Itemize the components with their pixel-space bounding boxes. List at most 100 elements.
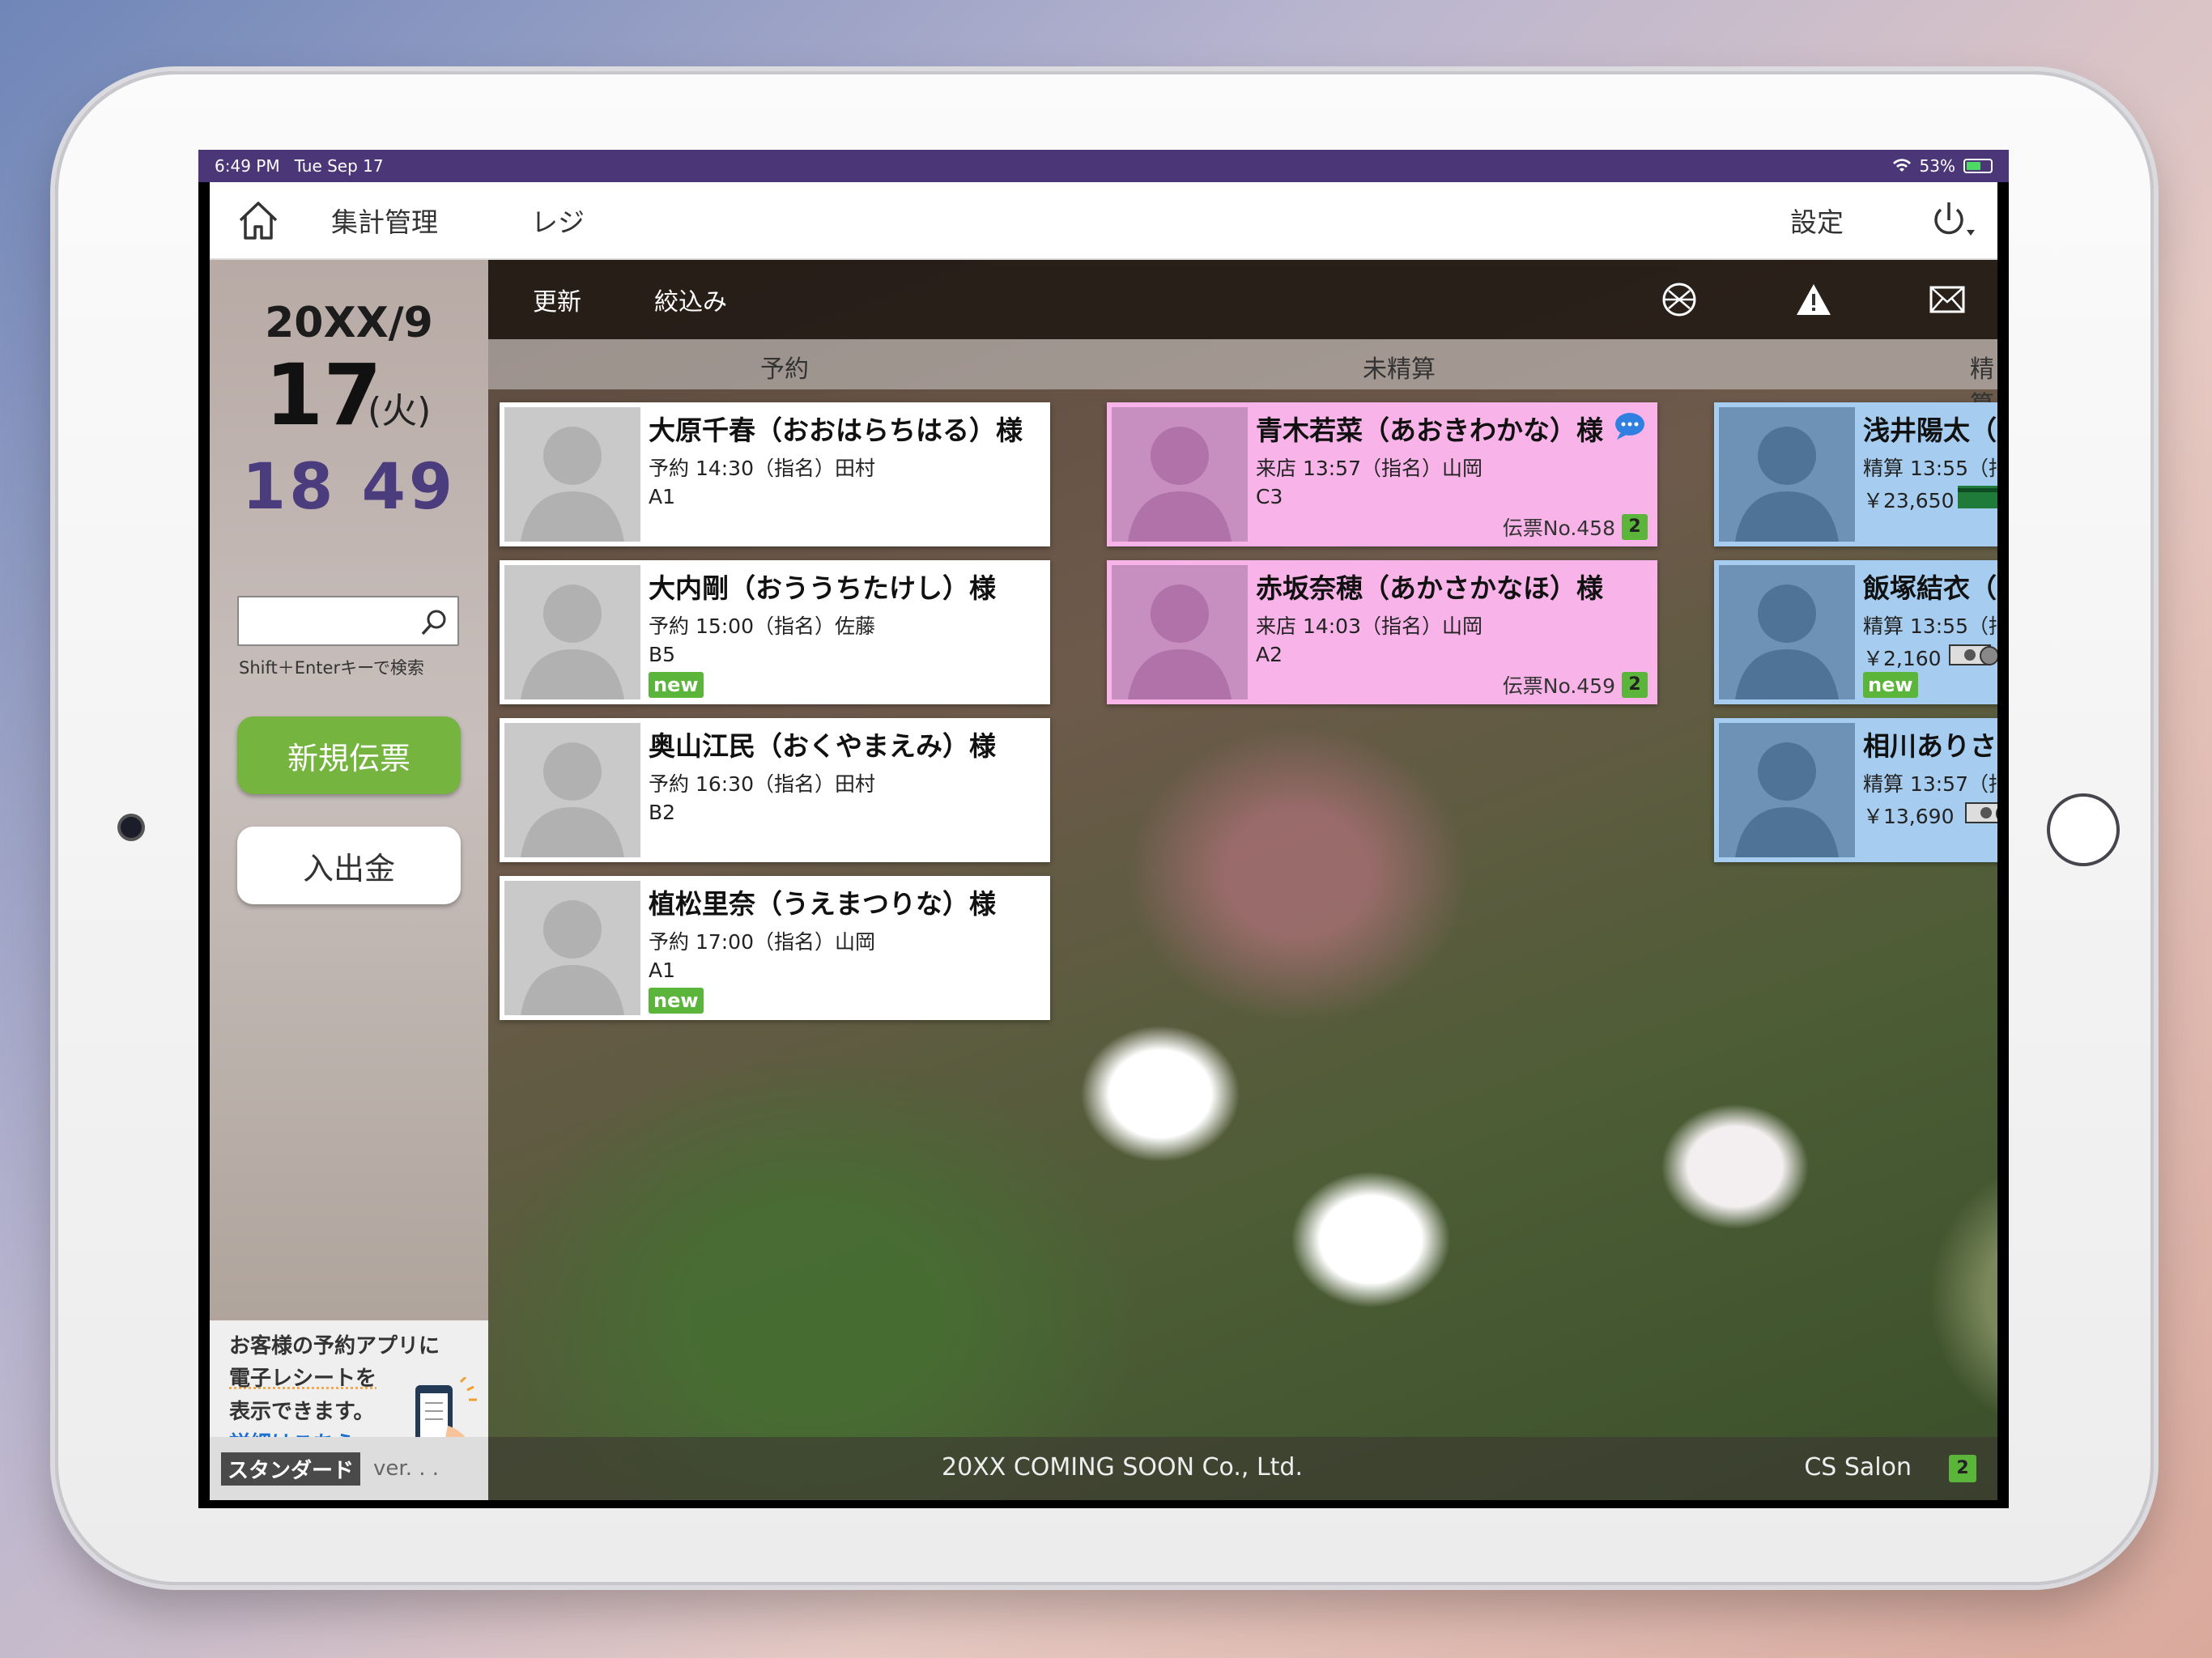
column-unpaid: 未精算 (1363, 355, 1436, 384)
cash-in-out-button[interactable]: 入出金 (237, 827, 461, 904)
new-slip-button[interactable]: 新規伝票 (237, 716, 461, 794)
camera (121, 817, 142, 838)
count-badge: 2 (1622, 514, 1648, 540)
paid-card[interactable]: 相川ありさ 精算 13:57（指 ￥13,690 (1714, 718, 1997, 862)
message-icon[interactable] (1614, 412, 1646, 440)
status-date: Tue Sep 17 (294, 156, 384, 176)
nav-summary[interactable]: 集計管理 (331, 201, 438, 240)
reservation-time: 予約 17:00（指名）山岡 (649, 930, 875, 954)
status-bar: 6:49 PM Tue Sep 17 53% (198, 150, 2009, 182)
app: 集計管理 レジ 設定 20XX/9 17 (火) 18 49 Shift＋Ent… (210, 182, 1997, 1500)
nav-register[interactable]: レジ (531, 201, 585, 240)
web-icon[interactable] (1661, 281, 1698, 318)
home-button[interactable] (2047, 793, 2120, 866)
reservation-time: 予約 14:30（指名）田村 (649, 457, 875, 480)
amount: ￥2,160 (1863, 647, 1942, 670)
sidebar-footer: スタンダード ver. . . (210, 1437, 488, 1500)
reservation-time: 予約 15:00（指名）佐藤 (649, 614, 875, 638)
nav-settings[interactable]: 設定 (1790, 201, 1844, 240)
new-badge: new (649, 988, 704, 1014)
amount: ￥23,650 (1863, 489, 1955, 512)
customer-name: 飯塚結衣（ (1863, 572, 1997, 604)
filter-button[interactable]: 絞込み (654, 282, 727, 317)
main-area: 更新 絞込み 予約 未精算 精算 大原千春（おおはらちはる）様 予約 14:30… (488, 260, 1997, 1500)
customer-name: 大原千春（おおはらちはる）様 (649, 414, 1023, 446)
slip-number: 伝票No.458 (1502, 517, 1615, 540)
reservation-card[interactable]: 奥山江民（おくやまえみ）様 予約 16:30（指名）田村 B2 (500, 718, 1050, 862)
avatar (504, 723, 640, 857)
visit-time: 来店 14:03（指名）山岡 (1256, 614, 1482, 638)
new-badge: new (1863, 672, 1918, 698)
avatar (1112, 565, 1248, 699)
avatar (504, 565, 640, 699)
toolbar: 更新 絞込み (488, 260, 1997, 339)
search-hint: Shift＋Enterキーで検索 (239, 658, 424, 678)
amount: ￥13,690 (1863, 805, 1955, 828)
customer-name: 奥山江民（おくやまえみ）様 (649, 730, 996, 762)
seat-code: A1 (649, 959, 676, 982)
cash-payment-icon (1949, 644, 1997, 665)
customer-name: 赤坂奈穂（あかさかなほ）様 (1256, 572, 1603, 604)
reservation-card[interactable]: 植松里奈（うえまつりな）様 予約 17:00（指名）山岡 A1 new (500, 876, 1050, 1020)
search-icon[interactable] (419, 607, 449, 638)
new-badge: new (649, 672, 704, 698)
seat-code: A2 (1256, 643, 1283, 666)
plan-badge: スタンダード (221, 1452, 361, 1486)
sidebar: 20XX/9 17 (火) 18 49 Shift＋Enterキーで検索 新規伝… (210, 260, 488, 1500)
copyright: 20XX COMING SOON Co., Ltd. (942, 1453, 1304, 1482)
seat-code: B5 (649, 643, 676, 666)
avatar (504, 407, 640, 542)
date-month: 20XX/9 (265, 299, 433, 347)
card-payment-icon (1958, 486, 1997, 508)
search-input[interactable] (237, 596, 459, 646)
date-weekday: (火) (368, 390, 432, 432)
avatar (1719, 723, 1855, 857)
mail-icon[interactable] (1929, 286, 1965, 313)
shop-count-badge: 2 (1949, 1455, 1976, 1482)
customer-name: 浅井陽太（ (1863, 414, 1997, 446)
column-reserved: 予約 (760, 355, 809, 384)
screen: 6:49 PM Tue Sep 17 53% 集計管理 レジ 設定 20XX/9… (198, 150, 2009, 1508)
seat-code: B2 (649, 801, 676, 824)
unpaid-card[interactable]: 赤坂奈穂（あかさかなほ）様 来店 14:03（指名）山岡 A2 伝票No.459… (1107, 560, 1657, 704)
refresh-button[interactable]: 更新 (533, 282, 581, 317)
version-label: ver. . . (373, 1456, 440, 1481)
slip-number: 伝票No.459 (1502, 674, 1615, 698)
top-nav: 集計管理 レジ 設定 (210, 182, 1997, 260)
paid-card[interactable]: 飯塚結衣（ 精算 13:55（指 ￥2,160 new (1714, 560, 1997, 704)
checkout-time: 精算 13:57（指 (1863, 772, 1997, 796)
avatar (1719, 565, 1855, 699)
avatar (1719, 407, 1855, 542)
seat-code: A1 (649, 485, 676, 508)
battery-percent: 53% (1919, 156, 1955, 176)
wifi-icon (1892, 159, 1911, 172)
shop-name[interactable]: CS Salon (1804, 1453, 1912, 1482)
footer: 20XX COMING SOON Co., Ltd. CS Salon 2 (488, 1437, 1997, 1500)
home-icon[interactable] (234, 196, 283, 244)
avatar (1112, 407, 1248, 542)
reservation-card[interactable]: 大内剛（おううちたけし）様 予約 15:00（指名）佐藤 B5 new (500, 560, 1050, 704)
count-badge: 2 (1622, 672, 1648, 698)
date-day: 17 (265, 346, 382, 444)
customer-name: 植松里奈（うえまつりな）様 (649, 888, 996, 920)
seat-code: C3 (1256, 485, 1283, 508)
battery-icon (1963, 159, 1993, 173)
promo-line: お客様の予約アプリに (229, 1334, 440, 1358)
customer-name: 大内剛（おううちたけし）様 (649, 572, 996, 604)
reservation-time: 予約 16:30（指名）田村 (649, 772, 875, 796)
clock: 18 49 (241, 451, 457, 524)
reservation-card[interactable]: 大原千春（おおはらちはる）様 予約 14:30（指名）田村 A1 (500, 402, 1050, 546)
alert-icon[interactable] (1795, 283, 1832, 317)
checkout-time: 精算 13:55（指 (1863, 614, 1997, 638)
power-icon[interactable] (1925, 196, 1981, 244)
column-headers: 予約 未精算 精算 (488, 339, 1997, 419)
paid-card[interactable]: 浅井陽太（ 精算 13:55（指 ￥23,650 (1714, 402, 1997, 546)
checkout-time: 精算 13:55（指 (1863, 457, 1997, 480)
avatar (504, 881, 640, 1015)
customer-name: 青木若菜（あおきわかな）様 (1256, 414, 1603, 446)
customer-name: 相川ありさ (1863, 730, 1997, 762)
cash-payment-icon (1965, 802, 1997, 823)
unpaid-card[interactable]: 青木若菜（あおきわかな）様 来店 13:57（指名）山岡 C3 伝票No.458… (1107, 402, 1657, 546)
visit-time: 来店 13:57（指名）山岡 (1256, 457, 1482, 480)
status-time: 6:49 PM (215, 156, 280, 176)
